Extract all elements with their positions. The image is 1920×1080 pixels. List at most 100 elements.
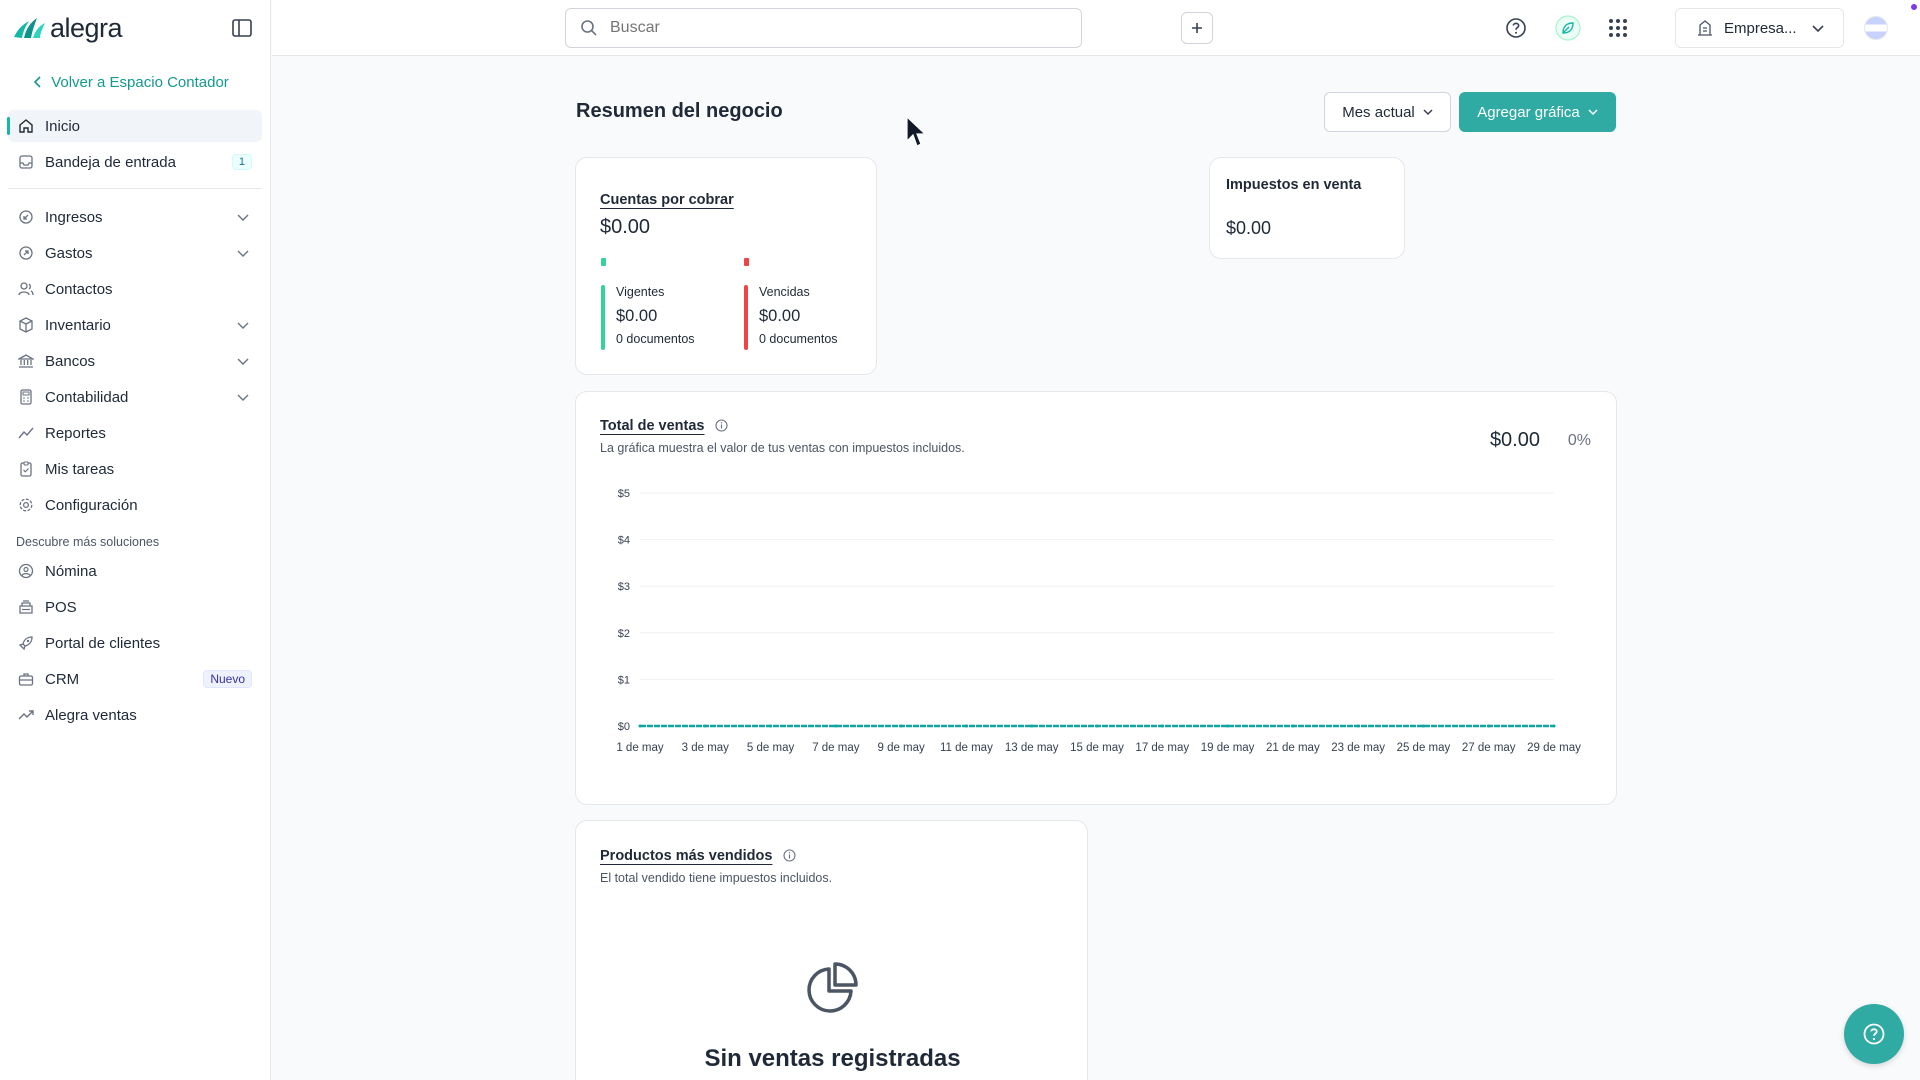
chevron-down-icon[interactable]	[236, 210, 250, 224]
sidebar-item-contabilidad[interactable]: Contabilidad	[8, 381, 262, 413]
sidebar-item-pos[interactable]: POS	[8, 591, 262, 623]
data-point[interactable]	[1552, 724, 1556, 728]
data-point[interactable]	[1421, 724, 1425, 728]
data-point[interactable]	[1160, 724, 1164, 728]
sales-tax-title: Impuestos en venta	[1226, 177, 1362, 193]
sidebar-item-inventario[interactable]: Inventario	[8, 309, 262, 341]
overdue-amount: $0.00	[759, 307, 801, 325]
sidebar-item-label: Bandeja de entrada	[45, 153, 176, 171]
sidebar-item-portal-clientes[interactable]: Portal de clientes	[8, 627, 262, 659]
leaf-badge-icon[interactable]	[1555, 15, 1581, 41]
top-products-subtitle: El total vendido tiene impuestos incluid…	[600, 871, 833, 885]
box-icon	[19, 317, 33, 333]
sidebar-toggle-icon[interactable]	[232, 19, 252, 37]
x-tick-label: 9 de may	[877, 742, 925, 754]
overdue-docs: 0 documentos	[759, 332, 838, 346]
data-point[interactable]	[638, 724, 642, 728]
data-point[interactable]	[1030, 724, 1034, 728]
chevron-down-icon[interactable]	[236, 246, 250, 260]
sidebar-item-label: Bancos	[45, 352, 96, 370]
y-tick-label: $0	[618, 721, 630, 733]
data-point[interactable]	[1291, 724, 1295, 728]
sidebar-divider	[8, 188, 262, 189]
chevron-down-icon[interactable]	[236, 354, 250, 368]
income-icon	[19, 210, 33, 224]
top-products-header: Productos más vendidos	[600, 847, 796, 865]
sidebar-item-bancos[interactable]: Bancos	[8, 345, 262, 377]
x-tick-label: 19 de may	[1201, 742, 1255, 754]
sidebar-item-crm[interactable]: CRM Nuevo	[8, 663, 262, 695]
sidebar-item-configuracion[interactable]: Configuración	[8, 489, 262, 521]
sidebar-item-gastos[interactable]: Gastos	[8, 237, 262, 269]
search-box[interactable]	[565, 8, 1082, 48]
data-point[interactable]	[899, 724, 903, 728]
company-selector[interactable]: Empresa...	[1675, 8, 1844, 48]
current-label: Vigentes	[616, 285, 665, 299]
payroll-icon	[18, 563, 34, 579]
sidebar-item-bandeja[interactable]: Bandeja de entrada 1	[8, 146, 262, 178]
rocket-icon	[18, 636, 33, 651]
data-point[interactable]	[834, 724, 838, 728]
x-tick-label: 5 de may	[747, 742, 795, 754]
apps-grid-icon[interactable]	[1607, 17, 1629, 39]
receivables-title[interactable]: Cuentas por cobrar	[600, 192, 734, 208]
new-badge: Nuevo	[203, 670, 252, 688]
notification-dot	[1911, 4, 1917, 10]
x-tick-label: 29 de may	[1527, 742, 1581, 754]
pos-icon	[19, 600, 33, 614]
chevron-down-icon	[1588, 109, 1598, 116]
sidebar-item-label: Nómina	[45, 562, 97, 580]
topbar: Empresa...	[272, 0, 1920, 56]
add-chart-button[interactable]: Agregar gráfica	[1459, 92, 1616, 132]
help-chat-button[interactable]	[1844, 1004, 1904, 1064]
back-to-accountant-link[interactable]: Volver a Espacio Contador	[0, 66, 270, 98]
data-point[interactable]	[769, 724, 773, 728]
top-products-title[interactable]: Productos más vendidos	[600, 848, 772, 864]
data-point[interactable]	[1095, 724, 1099, 728]
modules-nav: Ingresos Gastos Contactos Inventario Ban…	[0, 201, 270, 521]
briefcase-icon	[18, 673, 34, 686]
sidebar-item-label: POS	[45, 598, 77, 616]
data-point[interactable]	[964, 724, 968, 728]
solutions-nav: Nómina POS Portal de clientes CRM Nuevo …	[0, 555, 270, 731]
logo[interactable]: alegra	[0, 0, 270, 56]
sidebar-item-reportes[interactable]: Reportes	[8, 417, 262, 449]
empty-state-title: Sin ventas registradas	[704, 1045, 961, 1072]
help-icon[interactable]	[1505, 17, 1527, 39]
chevron-down-icon[interactable]	[236, 318, 250, 332]
sidebar-item-label: Mis tareas	[45, 460, 115, 478]
data-point[interactable]	[1226, 724, 1230, 728]
data-point[interactable]	[1487, 724, 1491, 728]
chevron-down-icon[interactable]	[236, 390, 250, 404]
current-receivables: Vigentes $0.00 0 documentos	[601, 285, 731, 355]
sidebar-item-mis-tareas[interactable]: Mis tareas	[8, 453, 262, 485]
receivables-card: Cuentas por cobrar $0.00 Vigentes $0.00 …	[575, 157, 877, 375]
plus-icon	[1192, 23, 1202, 33]
y-tick-label: $2	[618, 628, 630, 640]
period-select-button[interactable]: Mes actual	[1324, 92, 1451, 132]
pie-chart-icon	[807, 962, 858, 1013]
sales-tax-card: Impuestos en venta $0.00	[1209, 157, 1405, 259]
sidebar-item-inicio[interactable]: Inicio	[7, 110, 262, 142]
sidebar-item-label: Portal de clientes	[45, 634, 161, 652]
sidebar-item-label: Inicio	[45, 117, 81, 135]
sidebar-item-ingresos[interactable]: Ingresos	[8, 201, 262, 233]
overdue-indicator	[744, 258, 749, 266]
quick-add-button[interactable]	[1181, 12, 1213, 44]
x-tick-label: 21 de may	[1266, 742, 1320, 754]
sales-line-chart: $0 $1 $2 $3 $4 $5 1 de may 3 de may 5 de may 7 de…	[616, 488, 1581, 754]
avatar[interactable]	[1864, 16, 1888, 40]
period-label: Mes actual	[1342, 103, 1415, 121]
sidebar-item-alegra-ventas[interactable]: Alegra ventas	[8, 699, 262, 731]
data-point[interactable]	[703, 724, 707, 728]
company-logo-icon	[1698, 20, 1712, 36]
receivables-amount: $0.00	[600, 216, 651, 238]
x-tick-label: 11 de may	[940, 742, 993, 754]
search-input[interactable]	[610, 19, 1010, 37]
solutions-section-label: Descubre más soluciones	[16, 535, 160, 549]
sidebar-item-nomina[interactable]: Nómina	[8, 555, 262, 587]
data-point[interactable]	[1356, 724, 1360, 728]
info-icon[interactable]	[783, 849, 796, 862]
overdue-bar	[744, 285, 748, 350]
sidebar-item-contactos[interactable]: Contactos	[8, 273, 262, 305]
